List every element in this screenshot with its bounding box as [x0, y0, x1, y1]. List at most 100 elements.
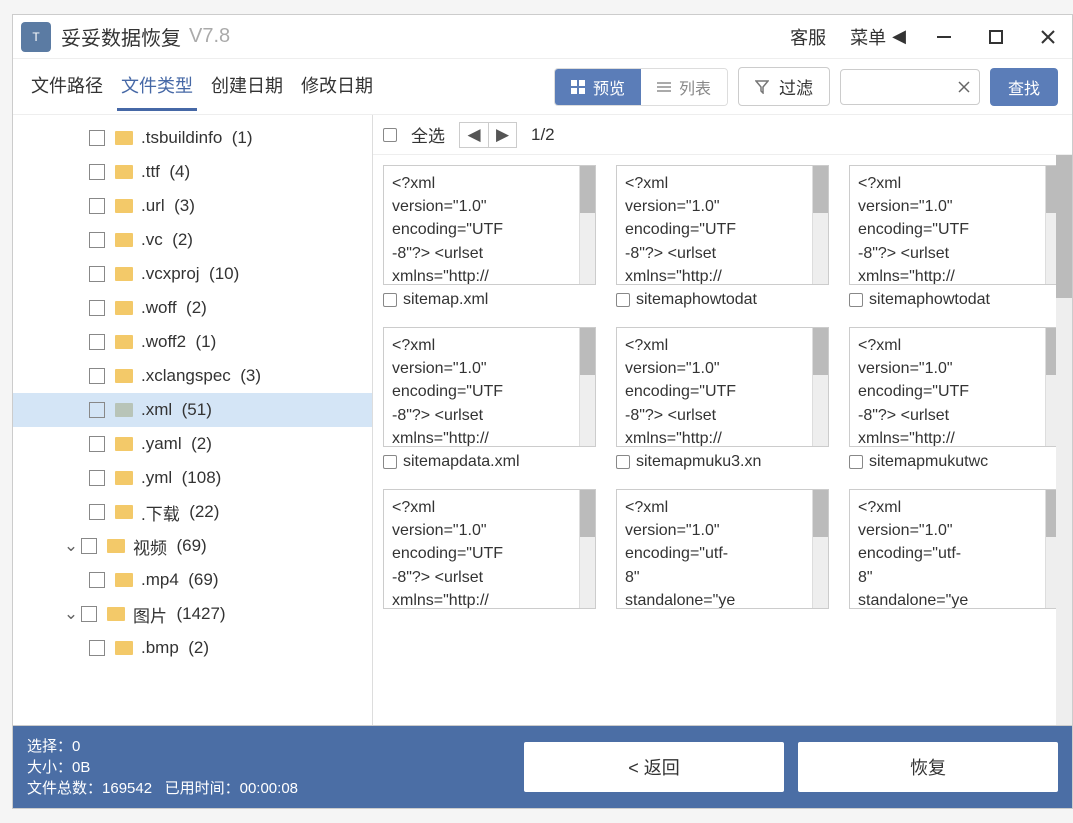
file-thumbnail: <?xml version="1.0" encoding="utf- 8" st… [616, 489, 829, 609]
list-mode-button[interactable]: 列表 [641, 69, 727, 105]
next-page-button[interactable]: ▶ [488, 123, 516, 147]
tab-modified-date[interactable]: 修改日期 [297, 62, 377, 111]
tree-item-label: .vc [141, 230, 163, 250]
tree-checkbox[interactable] [89, 334, 105, 350]
file-card[interactable]: <?xml version="1.0" encoding="utf- 8" st… [616, 489, 829, 609]
file-checkbox[interactable] [849, 455, 863, 469]
file-preview-text: <?xml version="1.0" encoding="UTF -8"?> … [850, 166, 1045, 284]
tree-item-label: .vcxproj [141, 264, 200, 284]
maximize-button[interactable] [982, 23, 1010, 51]
tree-item[interactable]: ⌄图片 (1427) [13, 597, 372, 631]
tab-file-path[interactable]: 文件路径 [27, 62, 107, 111]
file-checkbox[interactable] [849, 293, 863, 307]
file-card[interactable]: <?xml version="1.0" encoding="utf- 8" st… [849, 489, 1062, 609]
tree-checkbox[interactable] [89, 198, 105, 214]
search-button[interactable]: 查找 [990, 68, 1058, 106]
tree-item[interactable]: .xclangspec (3) [13, 359, 372, 393]
tree-checkbox[interactable] [81, 538, 97, 554]
select-all-checkbox[interactable] [383, 128, 397, 142]
thumb-scroll-handle[interactable] [580, 328, 595, 375]
file-card[interactable]: <?xml version="1.0" encoding="UTF -8"?> … [849, 165, 1062, 309]
tree-checkbox[interactable] [89, 300, 105, 316]
tree-checkbox[interactable] [89, 164, 105, 180]
tree-item[interactable]: .vcxproj (10) [13, 257, 372, 291]
preview-mode-label: 预览 [593, 75, 625, 99]
thumb-scroll-handle[interactable] [813, 328, 828, 375]
file-label-row: sitemaphowtodat [849, 291, 1062, 309]
page-indicator: 1/2 [531, 125, 555, 145]
tree-item[interactable]: .woff2 (1) [13, 325, 372, 359]
tree-checkbox[interactable] [89, 470, 105, 486]
file-card[interactable]: <?xml version="1.0" encoding="UTF -8"?> … [616, 327, 829, 471]
file-card[interactable]: <?xml version="1.0" encoding="UTF -8"?> … [849, 327, 1062, 471]
close-button[interactable] [1034, 23, 1062, 51]
thumb-scrollbar[interactable] [812, 166, 828, 284]
thumb-scroll-handle[interactable] [813, 490, 828, 537]
file-card[interactable]: <?xml version="1.0" encoding="UTF -8"?> … [383, 489, 596, 609]
file-card[interactable]: <?xml version="1.0" encoding="UTF -8"?> … [383, 327, 596, 471]
file-card[interactable]: <?xml version="1.0" encoding="UTF -8"?> … [383, 165, 596, 309]
folder-icon [115, 267, 133, 281]
thumb-scrollbar[interactable] [812, 490, 828, 608]
thumb-scrollbar[interactable] [812, 328, 828, 446]
tree-item[interactable]: .url (3) [13, 189, 372, 223]
tree-checkbox[interactable] [81, 606, 97, 622]
selected-label: 选择： [27, 738, 72, 755]
recover-button[interactable]: 恢复 [798, 742, 1058, 792]
tree-item-count: (108) [182, 468, 222, 488]
tab-created-date[interactable]: 创建日期 [207, 62, 287, 111]
thumb-scrollbar[interactable] [579, 166, 595, 284]
tree-item[interactable]: .yml (108) [13, 461, 372, 495]
tree-item[interactable]: .tsbuildinfo (1) [13, 121, 372, 155]
search-input[interactable] [840, 69, 980, 105]
thumb-scrollbar[interactable] [579, 328, 595, 446]
clear-icon[interactable] [957, 80, 971, 94]
menu-button[interactable]: 菜单 ◀ [850, 24, 906, 50]
tree-item[interactable]: ⌄视频 (69) [13, 529, 372, 563]
tree-item[interactable]: .ttf (4) [13, 155, 372, 189]
tree-item[interactable]: .vc (2) [13, 223, 372, 257]
tree-item[interactable]: .yaml (2) [13, 427, 372, 461]
thumb-scrollbar[interactable] [579, 490, 595, 608]
tree-checkbox[interactable] [89, 402, 105, 418]
file-checkbox[interactable] [616, 455, 630, 469]
file-card[interactable]: <?xml version="1.0" encoding="UTF -8"?> … [616, 165, 829, 309]
file-checkbox[interactable] [383, 293, 397, 307]
file-preview-text: <?xml version="1.0" encoding="UTF -8"?> … [384, 328, 579, 446]
preview-mode-button[interactable]: 预览 [555, 69, 641, 105]
tree-checkbox[interactable] [89, 232, 105, 248]
file-label-row: sitemapmuku3.xn [616, 453, 829, 471]
tree-item[interactable]: .下载 (22) [13, 495, 372, 529]
filter-button[interactable]: 过滤 [738, 67, 830, 106]
prev-page-button[interactable]: ◀ [460, 123, 488, 147]
scrollbar-handle[interactable] [1056, 155, 1072, 298]
folder-icon [115, 573, 133, 587]
file-thumbnail: <?xml version="1.0" encoding="UTF -8"?> … [383, 489, 596, 609]
thumb-scroll-handle[interactable] [580, 490, 595, 537]
tree-checkbox[interactable] [89, 266, 105, 282]
thumb-scroll-handle[interactable] [580, 166, 595, 213]
tree-item[interactable]: .xml (51) [13, 393, 372, 427]
tree-item[interactable]: .mp4 (69) [13, 563, 372, 597]
size-value: 0B [72, 759, 90, 776]
triangle-left-icon: ◀ [892, 26, 906, 47]
file-checkbox[interactable] [616, 293, 630, 307]
tab-file-type[interactable]: 文件类型 [117, 62, 197, 111]
tree-item[interactable]: .bmp (2) [13, 631, 372, 665]
scrollbar[interactable] [1056, 155, 1072, 725]
file-checkbox[interactable] [383, 455, 397, 469]
grid-icon [571, 80, 585, 94]
tree-checkbox[interactable] [89, 436, 105, 452]
thumb-scroll-handle[interactable] [813, 166, 828, 213]
file-type-tree[interactable]: .tsbuildinfo (1).ttf (4).url (3).vc (2).… [13, 115, 373, 725]
customer-service-link[interactable]: 客服 [790, 24, 826, 50]
tree-checkbox[interactable] [89, 504, 105, 520]
tree-checkbox[interactable] [89, 640, 105, 656]
tree-checkbox[interactable] [89, 368, 105, 384]
tree-checkbox[interactable] [89, 130, 105, 146]
tree-item-label: .woff [141, 298, 177, 318]
minimize-button[interactable] [930, 23, 958, 51]
back-button[interactable]: < 返回 [524, 742, 784, 792]
tree-checkbox[interactable] [89, 572, 105, 588]
tree-item[interactable]: .woff (2) [13, 291, 372, 325]
